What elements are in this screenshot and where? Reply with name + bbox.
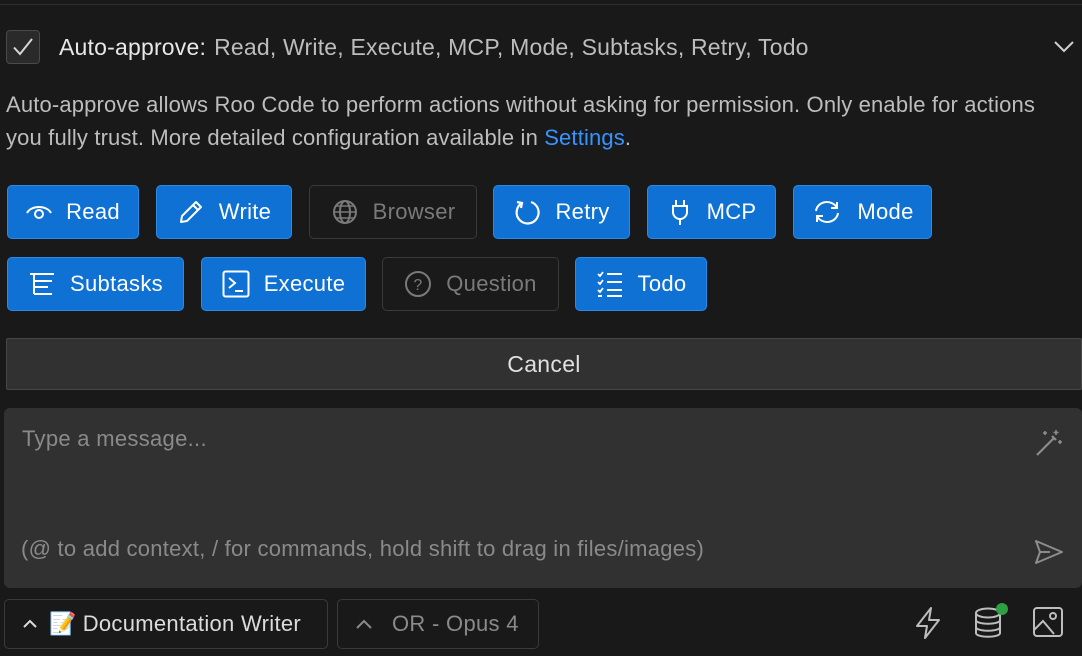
browser-label: Browser [372, 199, 456, 224]
subtasks-label: Subtasks [70, 271, 163, 296]
description-end: . [624, 125, 632, 150]
checklist-icon [596, 271, 622, 297]
mode-label: Mode [857, 199, 914, 224]
chevron-down-icon[interactable] [1052, 34, 1076, 58]
auto-approve-title: Auto-approve: [59, 33, 207, 60]
auto-approve-checkbox[interactable] [6, 30, 40, 64]
auto-approve-enabled-list: Read, Write, Execute, MCP, Mode, Subtask… [214, 33, 809, 60]
auto-approve-description: Auto-approve allows Roo Code to perform … [6, 88, 1076, 154]
mcp-toggle-button[interactable]: MCP [647, 185, 776, 239]
mode-emoji: 📝 [49, 611, 77, 636]
question-icon: ? [405, 271, 432, 297]
chevron-up-icon [356, 619, 372, 629]
todo-toggle-button[interactable]: Todo [575, 257, 707, 311]
top-divider [0, 4, 1082, 5]
mcp-label: MCP [706, 199, 757, 224]
send-icon[interactable] [1034, 538, 1064, 566]
question-toggle-button[interactable]: ? Question [382, 257, 559, 311]
sync-icon [815, 201, 840, 223]
svg-text:?: ? [414, 277, 423, 294]
question-label: Question [446, 271, 537, 296]
image-icon[interactable] [1032, 606, 1064, 638]
write-toggle-button[interactable]: Write [156, 185, 292, 239]
execute-label: Execute [263, 271, 346, 296]
chat-input-box[interactable]: Type a message... (@ to add context, / f… [4, 408, 1082, 588]
cancel-button[interactable]: Cancel [6, 338, 1082, 390]
globe-icon [332, 200, 357, 224]
retry-label: Retry [555, 199, 610, 224]
check-icon [13, 38, 33, 56]
mode-toggle-button[interactable]: Mode [793, 185, 932, 239]
status-dot [996, 603, 1008, 615]
pencil-icon [179, 201, 202, 223]
todo-label: Todo [637, 271, 687, 296]
read-toggle-button[interactable]: Read [7, 185, 139, 239]
model-label: OR - Opus 4 [392, 611, 519, 636]
description-text: Auto-approve allows Roo Code to perform … [6, 92, 1036, 150]
lightning-icon[interactable] [913, 606, 943, 640]
mode-selector[interactable]: 📝 Documentation Writer [4, 599, 328, 649]
settings-link[interactable]: Settings [544, 125, 625, 150]
chat-input-hint: (@ to add context, / for commands, hold … [21, 536, 705, 561]
terminal-icon [222, 270, 250, 298]
retry-icon [515, 200, 541, 225]
plug-icon [671, 200, 688, 225]
subtasks-toggle-button[interactable]: Subtasks [7, 257, 184, 311]
retry-toggle-button[interactable]: Retry [493, 185, 630, 239]
read-label: Read [66, 199, 120, 224]
model-selector[interactable]: OR - Opus 4 [337, 599, 539, 649]
enhance-prompt-icon[interactable] [1034, 428, 1064, 458]
eye-icon [26, 206, 52, 219]
browser-toggle-button[interactable]: Browser [309, 185, 477, 239]
chat-input-placeholder[interactable]: Type a message... [22, 426, 207, 452]
execute-toggle-button[interactable]: Execute [201, 257, 366, 311]
auto-approve-header[interactable]: Auto-approve: Read, Write, Execute, MCP,… [6, 28, 1076, 66]
mode-label: Documentation Writer [82, 611, 302, 636]
chevron-up-icon [23, 619, 37, 628]
write-label: Write [218, 199, 272, 224]
list-tree-icon [30, 273, 55, 295]
